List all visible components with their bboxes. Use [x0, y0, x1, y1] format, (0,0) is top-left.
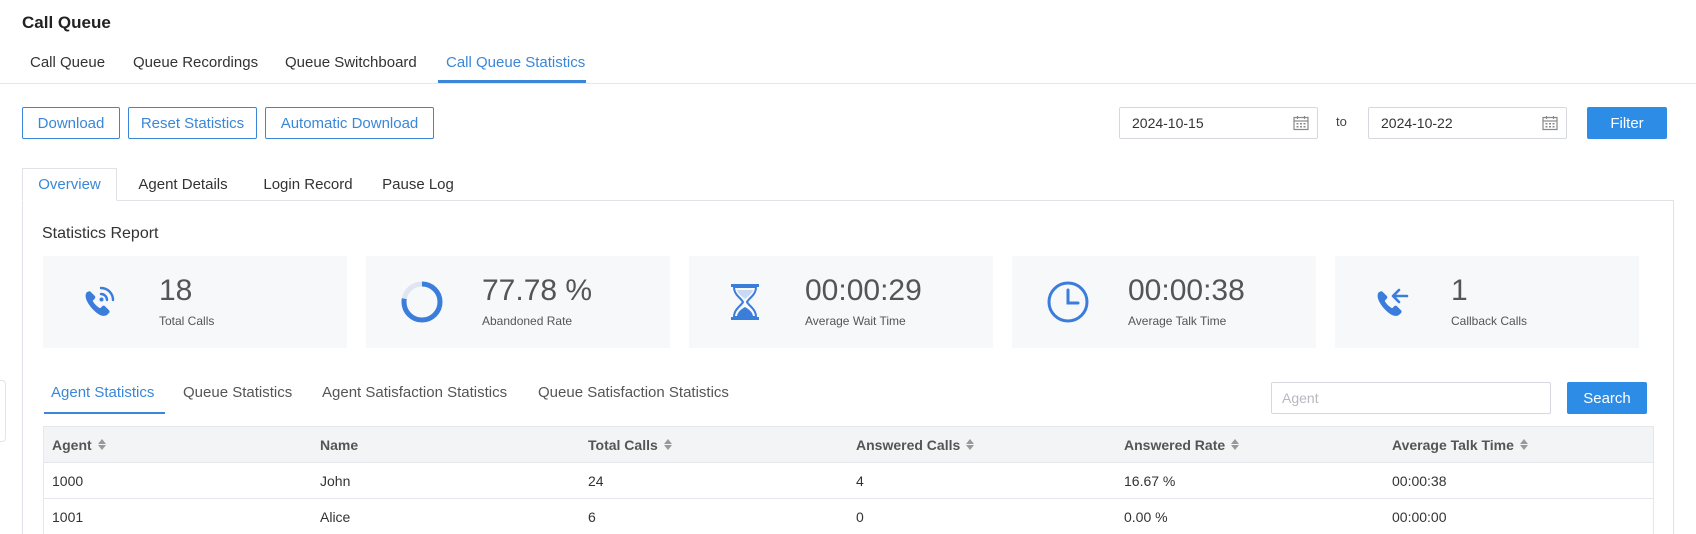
date-range-separator: to: [1336, 114, 1347, 129]
sort-icon[interactable]: [663, 439, 672, 450]
reset-statistics-button[interactable]: Reset Statistics: [128, 107, 257, 139]
stat-card-average-wait-time: 00:00:29 Average Wait Time: [689, 256, 993, 348]
calendar-icon[interactable]: [1293, 115, 1309, 131]
tab-queue-switchboard[interactable]: Queue Switchboard: [285, 54, 417, 71]
stat-label: Abandoned Rate: [482, 314, 573, 328]
column-header-answered-calls[interactable]: Answered Calls: [848, 437, 1116, 453]
column-header-average-talk-time[interactable]: Average Talk Time: [1384, 437, 1652, 453]
side-drawer-handle[interactable]: [0, 380, 6, 442]
tab-queue-recordings[interactable]: Queue Recordings: [133, 54, 258, 71]
tab-queue-satisfaction-statistics[interactable]: Queue Satisfaction Statistics: [538, 384, 729, 401]
cell-answered-calls: 4: [856, 472, 864, 489]
calendar-icon[interactable]: [1542, 115, 1558, 131]
tab-overview[interactable]: Overview: [22, 168, 117, 201]
stat-value: 18: [159, 274, 193, 307]
cell-total-calls: 6: [588, 508, 596, 525]
phone-callback-icon: [1377, 288, 1409, 316]
end-date-input[interactable]: 2024-10-22: [1368, 107, 1567, 139]
agent-statistics-table: Agent Name Total Calls Answered Calls An…: [43, 426, 1654, 534]
stat-value: 77.78 %: [482, 274, 593, 307]
tab-agent-satisfaction-statistics[interactable]: Agent Satisfaction Statistics: [322, 384, 507, 401]
stat-value: 00:00:29: [805, 274, 922, 307]
top-tab-bar: Call Queue Queue Recordings Queue Switch…: [0, 50, 1696, 84]
table-row: 1001 Alice 6 0 0.00 % 00:00:00: [44, 499, 1653, 534]
phone-wifi-icon: [85, 286, 115, 316]
filter-button[interactable]: Filter: [1587, 107, 1667, 139]
stat-card-abandoned-rate: 77.78 % Abandoned Rate: [366, 256, 670, 348]
stat-value: 00:00:38: [1128, 274, 1245, 307]
stat-card-callback-calls: 1 Callback Calls: [1335, 256, 1639, 348]
cell-answered-calls: 0: [856, 508, 864, 525]
automatic-download-button[interactable]: Automatic Download: [265, 107, 434, 139]
cell-total-calls: 24: [588, 472, 604, 489]
column-header-total-calls[interactable]: Total Calls: [580, 437, 848, 453]
tab-queue-statistics[interactable]: Queue Statistics: [183, 384, 292, 401]
cell-answered-rate: 0.00 %: [1124, 508, 1168, 525]
table-row: 1000 John 24 4 16.67 % 00:00:38: [44, 463, 1653, 499]
sort-icon[interactable]: [97, 439, 106, 450]
start-date-value: 2024-10-15: [1132, 115, 1204, 131]
stat-label: Average Talk Time: [1128, 314, 1227, 328]
cell-agent: 1000: [52, 472, 84, 489]
sort-icon[interactable]: [966, 439, 975, 450]
agent-search-input[interactable]: [1271, 382, 1551, 414]
statistics-report-title: Statistics Report: [42, 225, 159, 242]
tab-agent-statistics[interactable]: Agent Statistics: [51, 384, 154, 401]
tab-agent-details[interactable]: Agent Details: [129, 168, 237, 201]
column-header-answered-rate[interactable]: Answered Rate: [1116, 437, 1384, 453]
hourglass-icon: [731, 284, 759, 320]
download-button[interactable]: Download: [22, 107, 120, 139]
search-button[interactable]: Search: [1567, 382, 1647, 414]
ring-progress-icon: [401, 281, 443, 323]
stat-label: Callback Calls: [1451, 314, 1528, 328]
sort-icon[interactable]: [1231, 439, 1240, 450]
cell-average-talk-time: 00:00:00: [1392, 508, 1447, 525]
stat-value: 1: [1451, 274, 1468, 307]
clock-icon: [1047, 281, 1089, 323]
column-header-name: Name: [320, 436, 359, 453]
sort-icon[interactable]: [1519, 439, 1528, 450]
tab-call-queue-statistics[interactable]: Call Queue Statistics: [446, 54, 585, 71]
active-stats-tab-indicator: [44, 412, 165, 414]
active-tab-indicator: [438, 80, 586, 83]
column-header-agent[interactable]: Agent: [44, 437, 312, 453]
tab-pause-log[interactable]: Pause Log: [371, 168, 465, 201]
end-date-value: 2024-10-22: [1381, 115, 1453, 131]
cell-name: John: [320, 472, 351, 489]
stat-label: Average Wait Time: [805, 314, 906, 328]
stat-card-average-talk-time: 00:00:38 Average Talk Time: [1012, 256, 1316, 348]
cell-name: Alice: [320, 508, 351, 525]
cell-average-talk-time: 00:00:38: [1392, 472, 1447, 489]
tab-login-record[interactable]: Login Record: [247, 168, 369, 201]
stat-card-total-calls: 18 Total Calls: [43, 256, 347, 348]
cell-answered-rate: 16.67 %: [1124, 472, 1176, 489]
cell-agent: 1001: [52, 508, 84, 525]
start-date-input[interactable]: 2024-10-15: [1119, 107, 1318, 139]
table-header: Agent Name Total Calls Answered Calls An…: [44, 427, 1653, 463]
page-title: Call Queue: [22, 13, 111, 32]
tab-call-queue[interactable]: Call Queue: [30, 54, 105, 71]
stat-label: Total Calls: [159, 314, 215, 328]
